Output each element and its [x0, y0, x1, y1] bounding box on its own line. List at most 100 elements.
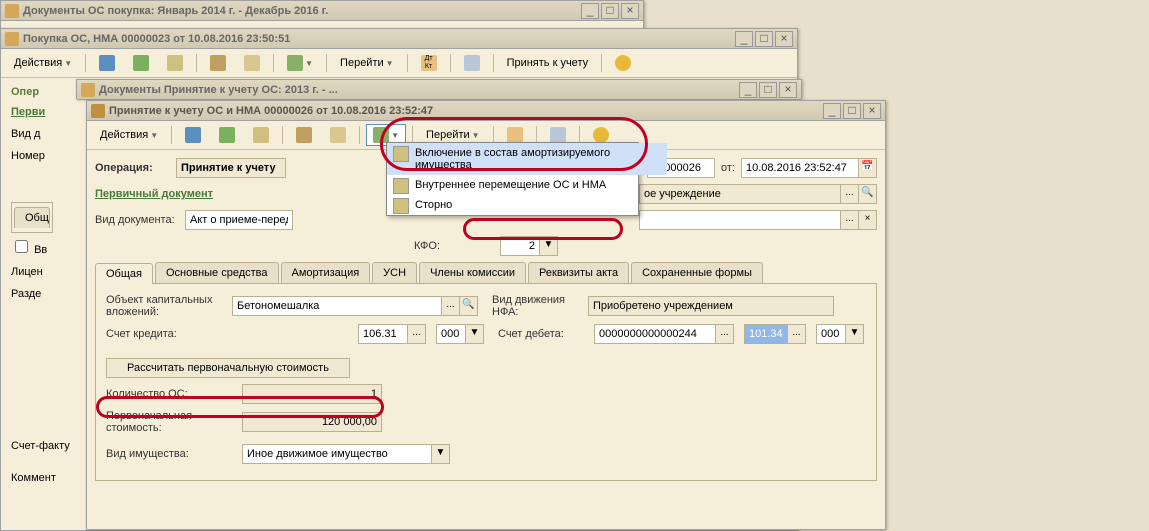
maximize-button[interactable]: □: [755, 31, 773, 47]
refresh-icon[interactable]: [126, 52, 156, 74]
tab-general-bg[interactable]: Общ: [14, 207, 50, 228]
dtKt-icon[interactable]: ДтКт: [414, 52, 444, 74]
doc-icon: [91, 104, 105, 118]
titlebar: Документы Принятие к учету ОС: 2013 г. -…: [77, 80, 801, 100]
doc-icon[interactable]: [160, 52, 190, 74]
titlebar: Документы ОС покупка: Январь 2014 г. - Д…: [1, 1, 643, 21]
menu-item-storno[interactable]: Сторно: [387, 195, 667, 215]
sk-sub-field[interactable]: [436, 324, 466, 344]
doc-type-field[interactable]: [185, 210, 293, 230]
minimize-button[interactable]: _: [735, 31, 753, 47]
save-icon[interactable]: [92, 52, 122, 74]
kfo-label: КФО:: [414, 240, 494, 252]
ps-label: Первоначальная стоимость:: [106, 410, 236, 434]
sd-code-field[interactable]: [594, 324, 716, 344]
calendar-icon[interactable]: 📅: [859, 158, 877, 178]
kol-field: [242, 384, 382, 404]
vdn-field[interactable]: [588, 296, 834, 316]
select-button[interactable]: ...: [788, 324, 806, 344]
select-button[interactable]: ...: [442, 296, 460, 316]
date-label: от:: [721, 162, 735, 174]
app-icon: [81, 83, 95, 97]
maximize-button[interactable]: □: [843, 103, 861, 119]
dropdown-button[interactable]: ▼: [846, 324, 864, 344]
ps-field: [242, 412, 382, 432]
close-button[interactable]: ×: [775, 31, 793, 47]
copy-icon[interactable]: [289, 124, 319, 146]
doc-icon[interactable]: [246, 124, 276, 146]
tab-details[interactable]: Реквизиты акта: [528, 262, 629, 283]
vdn-label: Вид движения НФА:: [492, 294, 582, 318]
select-button[interactable]: ...: [841, 210, 859, 230]
scroll-icon[interactable]: [323, 124, 353, 146]
scroll-icon[interactable]: [237, 52, 267, 74]
create-based-icon[interactable]: ▼: [280, 52, 320, 74]
minimize-button[interactable]: _: [739, 82, 757, 98]
select-button[interactable]: ...: [716, 324, 734, 344]
date-field[interactable]: [741, 158, 859, 178]
tab-assets[interactable]: Основные средства: [155, 262, 279, 283]
window-title: Документы ОС покупка: Январь 2014 г. - Д…: [23, 5, 581, 17]
dropdown-button[interactable]: ▼: [466, 324, 484, 344]
menu-item-amortization[interactable]: Включение в состав амортизируемого имуще…: [387, 143, 667, 175]
help-icon[interactable]: [608, 52, 638, 74]
create-based-menu: Включение в состав амортизируемого имуще…: [386, 142, 639, 216]
menu-item-move[interactable]: Внутреннее перемещение ОС и НМА: [387, 175, 667, 195]
save-icon[interactable]: [178, 124, 208, 146]
kfo-field[interactable]: [500, 236, 540, 256]
operation-label: Операция:: [95, 162, 170, 174]
tab-commission[interactable]: Члены комиссии: [419, 262, 526, 283]
clear-button[interactable]: ×: [859, 210, 877, 230]
app-icon: [5, 32, 19, 46]
window-title: Покупка ОС, НМА 00000023 от 10.08.2016 2…: [23, 33, 735, 45]
dropdown-button[interactable]: ▼: [432, 444, 450, 464]
sd-account-field[interactable]: [744, 324, 788, 344]
tab-usn[interactable]: УСН: [372, 262, 417, 283]
actions-menu[interactable]: Действия ▼: [7, 54, 79, 72]
recalc-button[interactable]: Рассчитать первоначальную стоимость: [106, 358, 350, 378]
close-button[interactable]: ×: [863, 103, 881, 119]
vi-field[interactable]: [242, 444, 432, 464]
titlebar: Принятие к учету ОС и НМА 00000026 от 10…: [87, 101, 885, 121]
doc-icon: [393, 178, 409, 194]
dropdown-button[interactable]: ▼: [540, 236, 558, 256]
extra-field[interactable]: [639, 210, 841, 230]
open-button[interactable]: 🔍: [859, 184, 877, 204]
actions-menu[interactable]: Действия ▼: [93, 126, 165, 144]
goto-menu[interactable]: Перейти ▼: [333, 54, 401, 72]
refresh-icon[interactable]: [212, 124, 242, 146]
maximize-button[interactable]: □: [601, 3, 619, 19]
report-icon[interactable]: [457, 52, 487, 74]
okv-field[interactable]: [232, 296, 442, 316]
tab-panel-general: Объект капитальных вложений: ... 🔍 Вид д…: [95, 284, 877, 481]
open-button[interactable]: 🔍: [460, 296, 478, 316]
close-button[interactable]: ×: [621, 3, 639, 19]
operation-field[interactable]: [176, 158, 286, 178]
maximize-button[interactable]: □: [759, 82, 777, 98]
tab-general[interactable]: Общая: [95, 263, 153, 284]
window-accept-list: Документы Принятие к учету ОС: 2013 г. -…: [76, 79, 802, 99]
tab-strip: Общая Основные средства Амортизация УСН …: [95, 262, 877, 284]
okv-label: Объект капитальных вложений:: [106, 294, 226, 318]
institution-field[interactable]: [639, 184, 841, 204]
close-button[interactable]: ×: [779, 82, 797, 98]
sk-label: Счет кредита:: [106, 328, 226, 340]
doc-type-label: Вид документа:: [95, 214, 179, 226]
copy-icon[interactable]: [203, 52, 233, 74]
minimize-button[interactable]: _: [823, 103, 841, 119]
app-icon: [5, 4, 19, 18]
toolbar: Действия ▼ ▼ Перейти ▼ ДтКт Принять к уч…: [1, 49, 797, 78]
sd-sub-field[interactable]: [816, 324, 846, 344]
sk-account-field[interactable]: [358, 324, 408, 344]
minimize-button[interactable]: _: [581, 3, 599, 19]
tab-forms[interactable]: Сохраненные формы: [631, 262, 763, 283]
titlebar: Покупка ОС, НМА 00000023 от 10.08.2016 2…: [1, 29, 797, 49]
vb-checkbox[interactable]: [15, 240, 28, 253]
primary-doc-link[interactable]: Первичный документ: [95, 188, 295, 200]
accept-button[interactable]: Принять к учету: [500, 54, 596, 72]
tab-depreciation[interactable]: Амортизация: [281, 262, 371, 283]
select-button[interactable]: ...: [408, 324, 426, 344]
select-button[interactable]: ...: [841, 184, 859, 204]
kol-label: Количество ОС:: [106, 388, 236, 400]
window-title: Документы Принятие к учету ОС: 2013 г. -…: [99, 84, 739, 96]
